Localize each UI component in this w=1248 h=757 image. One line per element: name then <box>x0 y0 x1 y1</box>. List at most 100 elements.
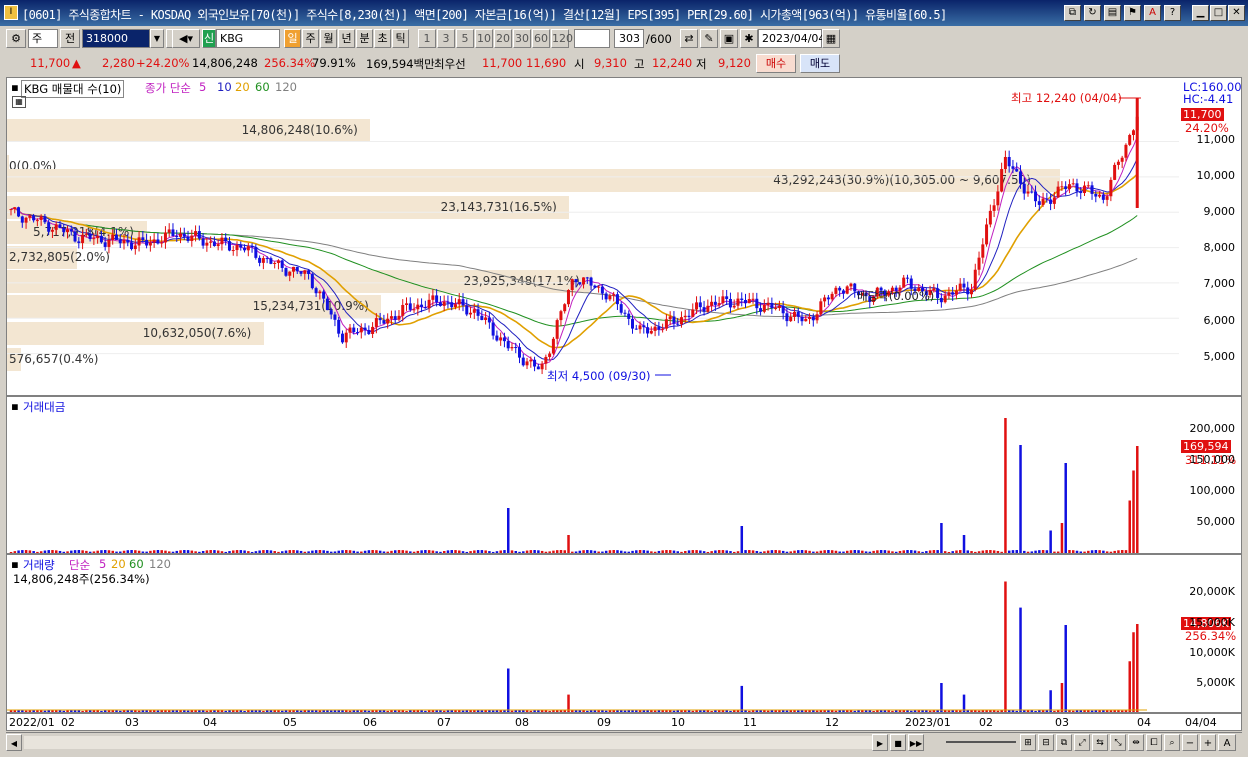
stock-name[interactable]: KBG <box>216 29 280 48</box>
amount-bar <box>265 550 269 553</box>
layout-icon[interactable]: ⊟ <box>1038 734 1054 751</box>
config-icon[interactable]: ✱ <box>740 29 758 48</box>
interval-combo[interactable] <box>574 29 610 48</box>
amount-bar <box>736 551 740 553</box>
code-input[interactable]: 318000 <box>82 29 150 48</box>
scroll-track[interactable] <box>24 736 872 749</box>
candle-body <box>66 229 69 233</box>
amount-bar <box>32 551 35 553</box>
scroll-right-icon[interactable]: ▶ <box>872 734 888 751</box>
up-arrow-icon: ▲ <box>72 56 81 70</box>
chevron-down-icon[interactable]: ▼ <box>150 29 164 48</box>
period-button[interactable]: 일 <box>284 29 301 48</box>
stop-icon[interactable]: ■ <box>890 734 906 751</box>
prev-button[interactable]: 전 <box>60 29 80 48</box>
candle-body <box>179 233 182 237</box>
candle-body <box>744 299 747 304</box>
volume-bar <box>842 710 845 712</box>
scroll-left-icon[interactable]: ◀ <box>6 734 22 751</box>
amount-bar <box>1105 551 1109 553</box>
window-icon[interactable]: ⧉ <box>1056 734 1072 751</box>
speaker-icon[interactable]: ◀▾ <box>172 29 200 48</box>
zoom-out-icon[interactable]: − <box>1182 734 1198 751</box>
buy-button[interactable]: 매수 <box>756 54 796 73</box>
amount-bar <box>311 550 314 553</box>
magnifier-icon[interactable]: ⌕ <box>1164 734 1180 751</box>
volume-bar <box>273 710 276 712</box>
volume-bar <box>13 710 17 712</box>
candle-body <box>13 207 17 210</box>
price-panel[interactable]: 14,806,248(10.6%) 0(0.0%) 43,292,243(30.9%… <box>6 77 1242 396</box>
amount-bar <box>748 550 751 553</box>
amount-bar <box>1109 551 1113 553</box>
volume-bar <box>567 694 570 712</box>
refresh-icon[interactable]: ↻ <box>1084 5 1101 21</box>
link-icon[interactable]: ⧉ <box>1064 5 1081 21</box>
zoom-fit-icon[interactable]: ⊞ <box>1020 734 1036 751</box>
period-button[interactable]: 월 <box>320 29 337 48</box>
scroll-bar[interactable]: ◀ ▶ ■ ▶▶ ⊞ ⊟ ⧉ ⤢ ⇆ ⤡ ⇹ ⧠ ⌕ − + A <box>6 732 1242 752</box>
zoom-slider[interactable] <box>946 741 1016 743</box>
interval-button[interactable]: 60 <box>532 29 550 48</box>
interval-button[interactable]: 3 <box>437 29 455 48</box>
legend-marker-icon: ▪ <box>11 557 19 571</box>
interval-button[interactable]: 5 <box>456 29 474 48</box>
candle-body <box>574 279 578 283</box>
volume-bar <box>1060 683 1064 712</box>
bar-count[interactable]: 303 <box>614 29 644 48</box>
zoom-in-icon[interactable]: + <box>1200 734 1216 751</box>
candle-body <box>239 245 243 248</box>
volume-bar <box>785 710 789 712</box>
candle-body <box>649 330 653 334</box>
period-button[interactable]: 주 <box>302 29 319 48</box>
settings-icon[interactable]: ⚙ <box>6 29 26 48</box>
candle-body <box>770 303 774 309</box>
maximize-icon[interactable]: □ <box>1210 5 1227 21</box>
amount-bar <box>838 551 841 553</box>
period-button[interactable]: 분 <box>356 29 373 48</box>
candle-body <box>612 294 616 296</box>
volume-panel[interactable]: ▪ 거래량 단순 5 20 60 120 14,806,248주(256.34%… <box>6 554 1242 713</box>
close-icon[interactable]: ✕ <box>1228 5 1245 21</box>
interval-button[interactable]: 10 <box>475 29 493 48</box>
x-tick-label: 02 <box>61 716 75 729</box>
grid-icon[interactable]: ▦ <box>12 96 26 108</box>
amount-panel[interactable]: ▪ 거래대금 169,594 311.11% 200,000 150,000 100… <box>6 396 1242 554</box>
interval-button[interactable]: 30 <box>513 29 531 48</box>
pin-icon[interactable]: ⚑ <box>1124 5 1141 21</box>
interval-button[interactable]: 1 <box>418 29 436 48</box>
amount-bar <box>198 551 201 553</box>
help-icon[interactable]: ? <box>1164 5 1181 21</box>
price-legend-name[interactable]: KBG 매물대 수(10) <box>21 80 125 98</box>
play-icon[interactable]: ▶▶ <box>908 734 924 751</box>
candle-body <box>548 353 552 357</box>
interval-button[interactable]: 120 <box>551 29 573 48</box>
calendar-icon[interactable]: ▦ <box>822 29 840 48</box>
shrink-icon[interactable]: ⤡ <box>1110 734 1126 751</box>
volume-bar <box>461 710 465 712</box>
tool-icon[interactable]: ⇄ <box>680 29 698 48</box>
draw-icon[interactable]: ✎ <box>700 29 718 48</box>
market-select[interactable]: 주 <box>28 29 58 48</box>
date-input[interactable]: 2023/04/04 <box>758 29 825 48</box>
save-icon[interactable]: ▣ <box>720 29 738 48</box>
sell-button[interactable]: 매도 <box>800 54 840 73</box>
font-icon[interactable]: A <box>1144 5 1161 21</box>
period-button[interactable]: 년 <box>338 29 355 48</box>
minimize-icon[interactable]: ▁ <box>1192 5 1209 21</box>
candle-body <box>1067 184 1071 190</box>
candle-body <box>194 231 198 236</box>
candle-body <box>73 231 77 242</box>
candle-body <box>1071 183 1075 185</box>
interval-button[interactable]: 20 <box>494 29 512 48</box>
period-button[interactable]: 초 <box>374 29 391 48</box>
candle-body <box>544 356 548 364</box>
auto-scale-icon[interactable]: A <box>1218 734 1236 751</box>
period-button[interactable]: 틱 <box>392 29 409 48</box>
arrows-icon[interactable]: ⇆ <box>1092 734 1108 751</box>
expand-icon[interactable]: ⤢ <box>1074 734 1090 751</box>
restore-icon[interactable]: ⧠ <box>1146 734 1162 751</box>
fit-icon[interactable]: ⇹ <box>1128 734 1144 751</box>
print-icon[interactable]: ▤ <box>1104 5 1121 21</box>
candle-body <box>1052 197 1056 204</box>
